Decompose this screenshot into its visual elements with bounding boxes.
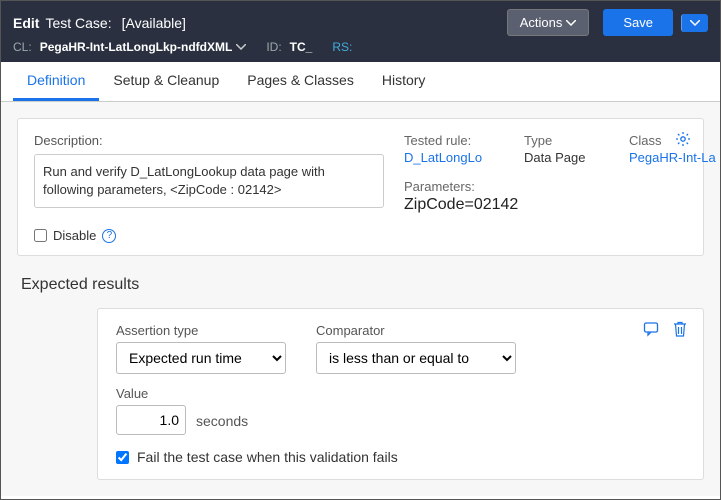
value-input[interactable]	[116, 405, 186, 435]
type-label: Type	[524, 133, 599, 148]
rs-label: RS:	[332, 40, 352, 54]
cl-label: CL:	[13, 40, 32, 54]
save-button[interactable]: Save	[603, 9, 673, 36]
tab-bar: Definition Setup & Cleanup Pages & Class…	[1, 62, 720, 102]
expected-results-heading: Expected results	[21, 276, 700, 294]
cl-value[interactable]: PegaHR-Int-LatLongLkp-ndfdXML	[40, 40, 247, 54]
id-value: TC_	[290, 40, 313, 54]
fail-label: Fail the test case when this validation …	[137, 449, 398, 465]
help-icon[interactable]: ?	[102, 229, 116, 243]
comparator-select[interactable]: is less than or equal to	[316, 342, 516, 374]
trash-icon[interactable]	[673, 321, 687, 337]
chevron-down-icon	[690, 20, 700, 26]
class-link[interactable]: PegaHR-Int-La	[629, 150, 719, 165]
disable-checkbox[interactable]	[34, 229, 47, 242]
tab-definition[interactable]: Definition	[13, 62, 99, 101]
actions-label: Actions	[520, 15, 563, 30]
comparator-label: Comparator	[316, 323, 516, 338]
definition-card: Description: Run and verify D_LatLongLoo…	[17, 118, 704, 256]
page-title-edit: Edit	[13, 15, 39, 31]
value-unit: seconds	[196, 413, 248, 435]
chevron-down-icon	[566, 20, 576, 26]
type-value: Data Page	[524, 150, 599, 165]
assertion-type-label: Assertion type	[116, 323, 286, 338]
availability-status: [Available]	[122, 15, 186, 31]
actions-button[interactable]: Actions	[507, 9, 590, 36]
save-dropdown-button[interactable]	[681, 14, 708, 32]
parameters-value: ZipCode=02142	[404, 196, 719, 214]
assertion-type-select[interactable]: Expected run time	[116, 342, 286, 374]
description-label: Description:	[34, 133, 384, 148]
tab-history[interactable]: History	[368, 62, 440, 101]
value-label: Value	[116, 386, 186, 401]
tested-rule-label: Tested rule:	[404, 133, 494, 148]
chevron-down-icon	[236, 44, 246, 50]
fail-checkbox[interactable]	[116, 451, 129, 464]
disable-label: Disable	[53, 228, 96, 243]
assertion-card: Assertion type Expected run time Compara…	[97, 308, 704, 480]
class-label: Class	[629, 133, 719, 148]
tab-pages-classes[interactable]: Pages & Classes	[233, 62, 368, 101]
description-input[interactable]: Run and verify D_LatLongLookup data page…	[34, 154, 384, 208]
id-label: ID:	[266, 40, 281, 54]
tab-setup-cleanup[interactable]: Setup & Cleanup	[99, 62, 233, 101]
parameters-label: Parameters:	[404, 179, 719, 194]
tested-rule-link[interactable]: D_LatLongLo	[404, 150, 494, 165]
page-title-testcase: Test Case:	[45, 15, 111, 31]
gear-icon[interactable]	[675, 131, 691, 147]
comment-icon[interactable]	[643, 321, 659, 337]
